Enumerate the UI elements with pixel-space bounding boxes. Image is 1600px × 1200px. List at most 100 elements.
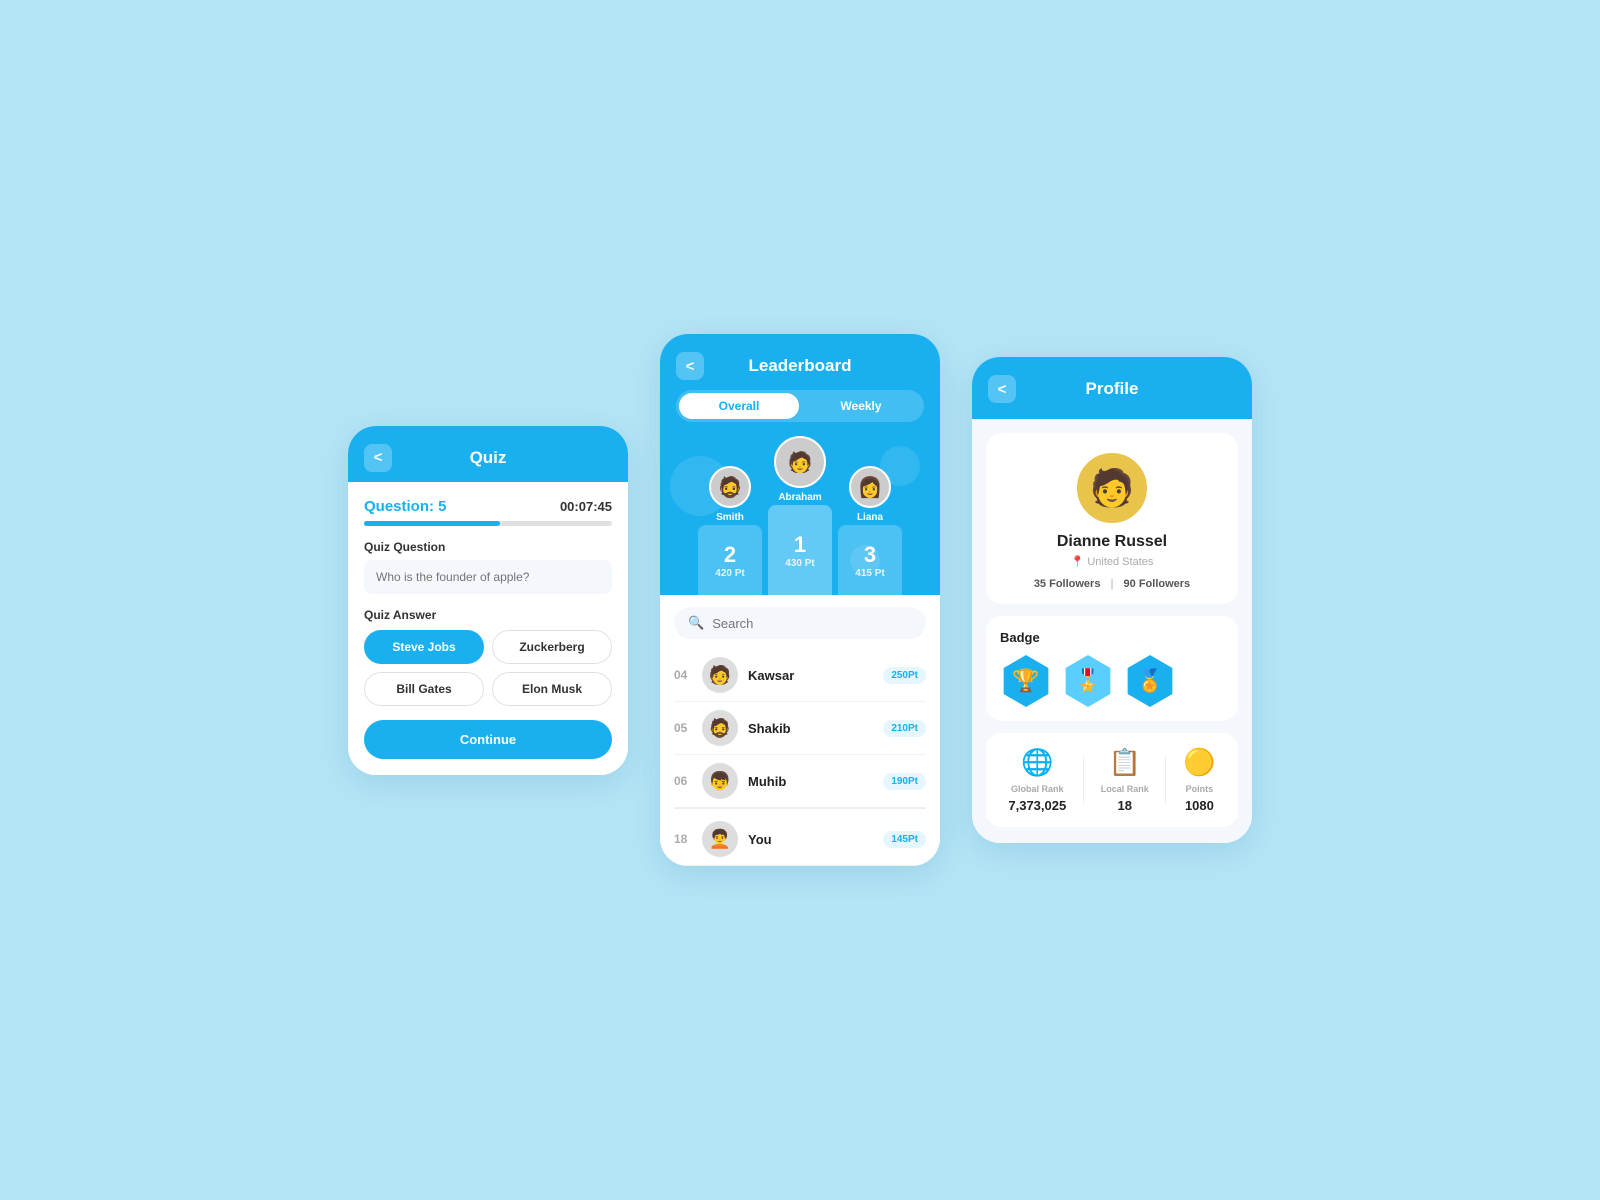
badge-title: Badge (1000, 630, 1224, 645)
lb-tabs: Overall Weekly (676, 390, 924, 422)
podium-third: 👩 Liana 3 415 Pt (838, 466, 902, 595)
lb-row-you: 18 🧑‍🦱 You 145Pt (674, 813, 926, 866)
lb-title: Leaderboard (704, 356, 896, 376)
stat-local-rank: 📋 Local Rank 18 (1101, 747, 1149, 813)
podium-first-rank: 1 (794, 532, 806, 558)
lb-row-kawsar: 04 🧑 Kawsar 250Pt (674, 649, 926, 702)
podium-third-avatar: 👩 (849, 466, 891, 508)
quiz-body: Question: 5 00:07:45 Quiz Question Quiz … (348, 482, 628, 775)
profile-location: 📍 United States (1071, 555, 1154, 568)
lb-row-pts-muhib: 190Pt (883, 773, 926, 790)
points-icon: 🟡 (1183, 747, 1215, 778)
profile-location-text: United States (1087, 556, 1153, 568)
lb-header: < Leaderboard Overall Weekly (660, 334, 940, 436)
quiz-back-button[interactable]: < (364, 444, 392, 472)
lb-row-num-you: 18 (674, 832, 692, 846)
local-rank-label: Local Rank (1101, 784, 1149, 794)
podium-second-avatar: 🧔 (709, 466, 751, 508)
stat-global-rank: 🌐 Global Rank 7,373,025 (1008, 747, 1066, 813)
podium-first-avatar: 🧑 (774, 436, 826, 488)
podium-first: 🧑 Abraham 1 430 Pt (768, 436, 832, 595)
quiz-title: Quiz (392, 448, 584, 468)
podium-third-rank: 3 (864, 542, 876, 568)
quiz-answer-label: Quiz Answer (364, 608, 612, 622)
quiz-header: < Quiz (348, 426, 628, 482)
lb-list-area: 🔍 04 🧑 Kawsar 250Pt 05 🧔 Shakib 210Pt 06… (660, 595, 940, 866)
quiz-question-input[interactable] (364, 560, 612, 594)
lb-row-num-4: 04 (674, 668, 692, 682)
lb-row-avatar-you: 🧑‍🦱 (702, 821, 738, 857)
profile-title: Profile (1016, 379, 1208, 399)
tab-overall[interactable]: Overall (679, 393, 799, 419)
answer-zuckerberg[interactable]: Zuckerberg (492, 630, 612, 664)
search-icon: 🔍 (688, 615, 704, 631)
lb-row-name-muhib: Muhib (748, 774, 873, 789)
lb-row-name-kawsar: Kawsar (748, 668, 873, 683)
followers-label: 35 Followers (1034, 578, 1101, 590)
badge-trophy: 🏆 (1000, 655, 1052, 707)
stat-sep-1 (1083, 755, 1084, 805)
screens-container: < Quiz Question: 5 00:07:45 Quiz Questio… (308, 294, 1292, 906)
answer-grid: Steve Jobs Zuckerberg Bill Gates Elon Mu… (364, 630, 612, 706)
tab-weekly[interactable]: Weekly (801, 393, 921, 419)
stat-sep-2 (1165, 755, 1166, 805)
lb-back-button[interactable]: < (676, 352, 704, 380)
podium-first-pts: 430 Pt (785, 558, 814, 569)
lb-search[interactable]: 🔍 (674, 607, 926, 639)
profile-info-card: 🧑 Dianne Russel 📍 United States 35 Follo… (986, 433, 1238, 604)
badge-row: 🏆 🎖️ 🏅 (1000, 655, 1224, 707)
podium-second-bar: 2 420 Pt (698, 525, 762, 595)
lb-row-name-you: You (748, 832, 873, 847)
badge-medal: 🎖️ (1062, 655, 1114, 707)
profile-followers: 35 Followers | 90 Followers (1034, 578, 1190, 590)
lb-row-avatar-muhib: 👦 (702, 763, 738, 799)
lb-row-num-6: 06 (674, 774, 692, 788)
progress-bar-bg (364, 521, 612, 526)
global-rank-label: Global Rank (1011, 784, 1064, 794)
podium-second: 🧔 Smith 2 420 Pt (698, 466, 762, 595)
following-label: 90 Followers (1124, 578, 1191, 590)
profile-screen: < Profile 🧑 Dianne Russel 📍 United State… (972, 357, 1252, 843)
local-rank-value: 18 (1117, 798, 1131, 813)
badge-card: Badge 🏆 🎖️ 🏅 (986, 616, 1238, 721)
global-rank-value: 7,373,025 (1008, 798, 1066, 813)
global-rank-icon: 🌐 (1021, 747, 1053, 778)
lb-row-pts-shakib: 210Pt (883, 720, 926, 737)
lb-row-muhib: 06 👦 Muhib 190Pt (674, 755, 926, 808)
lb-row-avatar-kawsar: 🧑 (702, 657, 738, 693)
search-input[interactable] (712, 616, 912, 631)
profile-name: Dianne Russel (1057, 533, 1167, 551)
quiz-header-top: < Quiz (364, 444, 612, 472)
location-icon: 📍 (1071, 555, 1085, 568)
profile-body: 🧑 Dianne Russel 📍 United States 35 Follo… (972, 419, 1252, 843)
quiz-screen: < Quiz Question: 5 00:07:45 Quiz Questio… (348, 426, 628, 775)
lb-row-name-shakib: Shakib (748, 721, 873, 736)
podium-third-bar: 3 415 Pt (838, 525, 902, 595)
lb-you-section: 18 🧑‍🦱 You 145Pt (674, 808, 926, 866)
progress-bar-fill (364, 521, 500, 526)
question-row: Question: 5 00:07:45 (364, 498, 612, 515)
podium-first-bar: 1 430 Pt (768, 505, 832, 595)
local-rank-icon: 📋 (1109, 747, 1141, 778)
profile-header: < Profile (972, 357, 1252, 419)
leaderboard-screen: < Leaderboard Overall Weekly 🧔 Smith 2 (660, 334, 940, 866)
lb-row-shakib: 05 🧔 Shakib 210Pt (674, 702, 926, 755)
points-label: Points (1186, 784, 1214, 794)
answer-bill-gates[interactable]: Bill Gates (364, 672, 484, 706)
timer-label: 00:07:45 (560, 499, 612, 514)
points-value: 1080 (1185, 798, 1214, 813)
stats-card: 🌐 Global Rank 7,373,025 📋 Local Rank 18 … (986, 733, 1238, 827)
continue-button[interactable]: Continue (364, 720, 612, 759)
podium-area: 🧔 Smith 2 420 Pt 🧑 Abraham 1 430 Pt 👩 L (660, 436, 940, 595)
stat-points: 🟡 Points 1080 (1183, 747, 1215, 813)
lb-header-top: < Leaderboard (676, 352, 924, 380)
answer-elon-musk[interactable]: Elon Musk (492, 672, 612, 706)
profile-back-button[interactable]: < (988, 375, 1016, 403)
podium-second-pts: 420 Pt (715, 568, 744, 579)
answer-steve-jobs[interactable]: Steve Jobs (364, 630, 484, 664)
podium-second-rank: 2 (724, 542, 736, 568)
podium-second-name: Smith (716, 512, 744, 523)
question-label: Question: 5 (364, 498, 447, 515)
followers-sep: | (1110, 578, 1113, 590)
podium-third-name: Liana (857, 512, 883, 523)
